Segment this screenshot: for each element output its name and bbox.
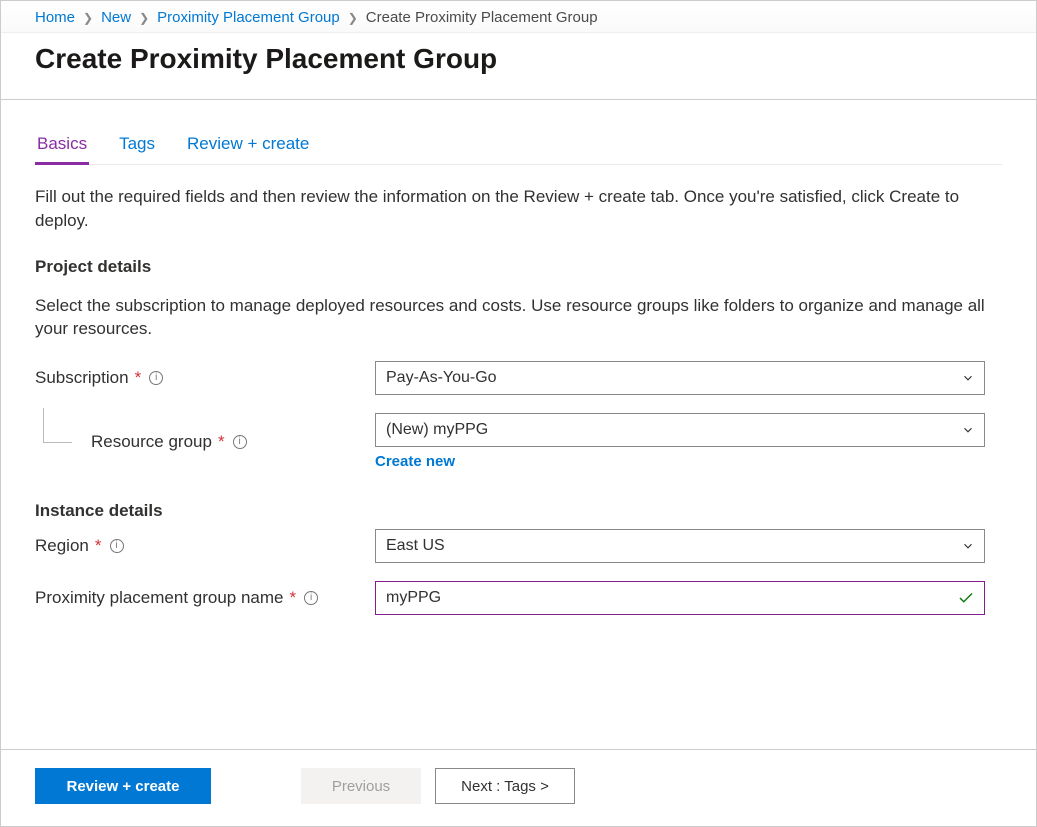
breadcrumb: Home ❯ New ❯ Proximity Placement Group ❯… xyxy=(1,1,1036,33)
resource-group-input-cell: (New) myPPG Create new xyxy=(375,413,985,471)
chevron-right-icon: ❯ xyxy=(139,11,149,25)
resource-group-value: (New) myPPG xyxy=(386,421,488,439)
project-details-title: Project details xyxy=(35,257,1002,277)
resource-group-label-text: Resource group xyxy=(91,432,212,452)
ppg-name-input-cell xyxy=(375,581,985,615)
next-button[interactable]: Next : Tags > xyxy=(435,768,575,804)
subscription-label-text: Subscription xyxy=(35,368,129,388)
ppg-name-row: Proximity placement group name * i xyxy=(35,581,1002,615)
info-icon[interactable]: i xyxy=(304,591,318,605)
review-create-button[interactable]: Review + create xyxy=(35,768,211,804)
region-input-cell: East US xyxy=(375,529,985,563)
body-area: Basics Tags Review + create Fill out the… xyxy=(1,100,1036,749)
title-area: Create Proximity Placement Group xyxy=(1,33,1036,100)
ppg-name-input[interactable] xyxy=(375,581,985,615)
tabs: Basics Tags Review + create xyxy=(35,128,1002,165)
region-select[interactable]: East US xyxy=(375,529,985,563)
region-label-text: Region xyxy=(35,536,89,556)
region-row: Region * i East US xyxy=(35,529,1002,563)
breadcrumb-current: Create Proximity Placement Group xyxy=(366,9,598,26)
chevron-right-icon: ❯ xyxy=(348,11,358,25)
subscription-input-cell: Pay-As-You-Go xyxy=(375,361,985,395)
info-icon[interactable]: i xyxy=(233,435,247,449)
breadcrumb-new[interactable]: New xyxy=(101,9,131,26)
required-marker: * xyxy=(135,368,142,388)
info-icon[interactable]: i xyxy=(149,371,163,385)
page-title: Create Proximity Placement Group xyxy=(35,43,1002,75)
project-details-description: Select the subscription to manage deploy… xyxy=(35,294,995,342)
required-marker: * xyxy=(218,432,225,452)
page-root: Home ❯ New ❯ Proximity Placement Group ❯… xyxy=(0,0,1037,827)
ppg-name-label-text: Proximity placement group name xyxy=(35,588,284,608)
info-icon[interactable]: i xyxy=(110,539,124,553)
instance-details-title: Instance details xyxy=(35,501,1002,521)
intro-text: Fill out the required fields and then re… xyxy=(35,185,995,233)
tab-review-create[interactable]: Review + create xyxy=(185,128,311,164)
region-label: Region * i xyxy=(35,536,375,556)
ppg-name-label: Proximity placement group name * i xyxy=(35,588,375,608)
footer-right-group: Previous Next : Tags > xyxy=(301,768,575,804)
region-value: East US xyxy=(386,537,445,555)
required-marker: * xyxy=(290,588,297,608)
footer: Review + create Previous Next : Tags > xyxy=(1,749,1036,826)
subscription-select[interactable]: Pay-As-You-Go xyxy=(375,361,985,395)
resource-group-row: Resource group * i (New) myPPG Create ne… xyxy=(35,413,1002,471)
resource-group-label: Resource group * i xyxy=(35,432,375,452)
breadcrumb-home[interactable]: Home xyxy=(35,9,75,26)
tab-basics[interactable]: Basics xyxy=(35,128,89,164)
subscription-value: Pay-As-You-Go xyxy=(386,369,497,387)
resource-group-select[interactable]: (New) myPPG xyxy=(375,413,985,447)
chevron-right-icon: ❯ xyxy=(83,11,93,25)
subscription-label: Subscription * i xyxy=(35,368,375,388)
required-marker: * xyxy=(95,536,102,556)
create-new-link[interactable]: Create new xyxy=(375,453,455,470)
subscription-row: Subscription * i Pay-As-You-Go xyxy=(35,361,1002,395)
previous-button: Previous xyxy=(301,768,421,804)
tab-tags[interactable]: Tags xyxy=(117,128,157,164)
breadcrumb-ppg[interactable]: Proximity Placement Group xyxy=(157,9,340,26)
